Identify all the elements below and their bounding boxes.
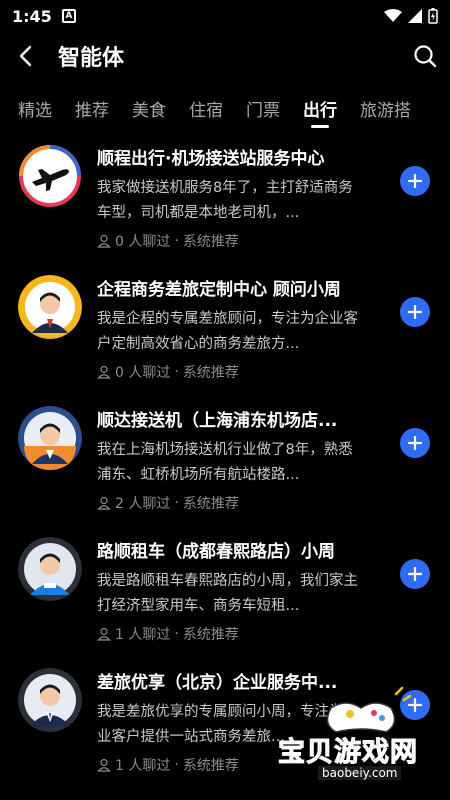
user-icon <box>97 758 111 772</box>
agent-meta: 1 人聊过 · 系统推荐 <box>97 624 239 644</box>
add-agent-button[interactable] <box>400 428 430 458</box>
agent-meta: 2 人聊过 · 系统推荐 <box>97 493 239 513</box>
plus-icon <box>408 174 422 188</box>
list-item[interactable]: 企程商务差旅定制中心 顾问小周 我是企程的专属差旅顾问，专注为企业客户定制高效省… <box>0 267 450 398</box>
person-icon <box>18 406 82 470</box>
watermark-url: baobeiy.com <box>318 766 402 780</box>
battery-icon <box>428 8 438 24</box>
tab-tour[interactable]: 旅游搭 <box>360 88 411 128</box>
plus-icon <box>408 305 422 319</box>
notification-icon: A <box>61 9 76 23</box>
list-item[interactable]: 路顺租车（成都春熙路店）小周 我是路顺租车春熙路店的小周，我们家主打经济型家用车… <box>0 529 450 660</box>
watermark-text: 宝贝游戏网 <box>278 737 418 769</box>
source-label: 系统推荐 <box>182 234 239 250</box>
person-icon <box>18 668 82 732</box>
agent-title: 企程商务差旅定制中心 顾问小周 <box>97 280 341 300</box>
chat-count: 1 人聊过 <box>115 627 171 643</box>
chat-count: 0 人聊过 <box>115 234 171 250</box>
agent-description: 我家做接送机服务8年了，主打舒适商务车型，司机都是本地老司机，... <box>97 180 353 221</box>
person-icon <box>18 537 82 601</box>
person-icon <box>18 275 82 339</box>
avatar <box>18 668 82 732</box>
tab-tickets[interactable]: 门票 <box>246 88 280 128</box>
source-label: 系统推荐 <box>182 627 239 643</box>
chat-count: 1 人聊过 <box>115 758 171 774</box>
status-bar: 1:45 A <box>0 0 450 32</box>
meta-separator: · <box>174 364 179 380</box>
page-title: 智能体 <box>58 46 125 71</box>
back-button[interactable] <box>0 32 50 80</box>
list-item[interactable]: 顺程出行·机场接送站服务中心 我家做接送机服务8年了，主打舒适商务车型，司机都是… <box>0 136 450 267</box>
agent-title: 顺程出行·机场接送站服务中心 <box>97 149 325 169</box>
agent-description: 我是企程的专属差旅顾问，专注为企业客户定制高效省心的商务差旅方... <box>97 311 358 352</box>
agent-description: 我是路顺租车春熙路店的小周，我们家主打经济型家用车、商务车短租... <box>97 573 358 614</box>
agent-title: 顺达接送机（上海浦东机场店... <box>97 411 338 431</box>
chat-count: 0 人聊过 <box>115 365 171 381</box>
chevron-left-icon <box>19 45 32 67</box>
source-label: 系统推荐 <box>182 365 239 381</box>
status-time: 1:45 <box>12 6 52 26</box>
airplane-icon <box>19 145 81 207</box>
source-label: 系统推荐 <box>182 758 239 774</box>
user-icon <box>97 627 111 641</box>
wifi-icon <box>384 9 402 22</box>
user-icon <box>97 496 111 510</box>
tab-lodging[interactable]: 住宿 <box>189 88 223 128</box>
signal-icon <box>408 9 422 23</box>
add-agent-button[interactable] <box>400 559 430 589</box>
avatar <box>18 144 82 208</box>
category-tabs: 精选 推荐 美食 住宿 门票 出行 旅游搭 <box>0 88 450 128</box>
meta-separator: · <box>174 233 179 249</box>
status-icons <box>384 8 438 24</box>
user-icon <box>97 234 111 248</box>
watermark-logo: 宝贝游戏网 baobeiy.com <box>276 686 446 786</box>
agent-meta: 0 人聊过 · 系统推荐 <box>97 231 239 251</box>
add-agent-button[interactable] <box>400 297 430 327</box>
meta-separator: · <box>174 495 179 511</box>
meta-separator: · <box>174 757 179 773</box>
meta-separator: · <box>174 626 179 642</box>
agent-meta: 1 人聊过 · 系统推荐 <box>97 755 239 775</box>
user-icon <box>97 365 111 379</box>
avatar <box>18 275 82 339</box>
tab-food[interactable]: 美食 <box>132 88 166 128</box>
add-agent-button[interactable] <box>400 166 430 196</box>
tab-travel[interactable]: 出行 <box>303 88 337 128</box>
plus-icon <box>408 567 422 581</box>
search-icon <box>414 45 437 68</box>
header: 智能体 <box>0 32 450 80</box>
agent-meta: 0 人聊过 · 系统推荐 <box>97 362 239 382</box>
plus-icon <box>408 436 422 450</box>
tab-featured[interactable]: 精选 <box>18 88 52 128</box>
agent-title: 路顺租车（成都春熙路店）小周 <box>97 542 335 562</box>
agent-description: 我在上海机场接送机行业做了8年，熟悉浦东、虹桥机场所有航站楼路... <box>97 442 353 483</box>
search-button[interactable] <box>400 32 450 80</box>
avatar <box>18 537 82 601</box>
avatar <box>18 406 82 470</box>
source-label: 系统推荐 <box>182 496 239 512</box>
list-item[interactable]: 顺达接送机（上海浦东机场店... 我在上海机场接送机行业做了8年，熟悉浦东、虹桥… <box>0 398 450 529</box>
tab-recommended[interactable]: 推荐 <box>75 88 109 128</box>
chat-count: 2 人聊过 <box>115 496 171 512</box>
